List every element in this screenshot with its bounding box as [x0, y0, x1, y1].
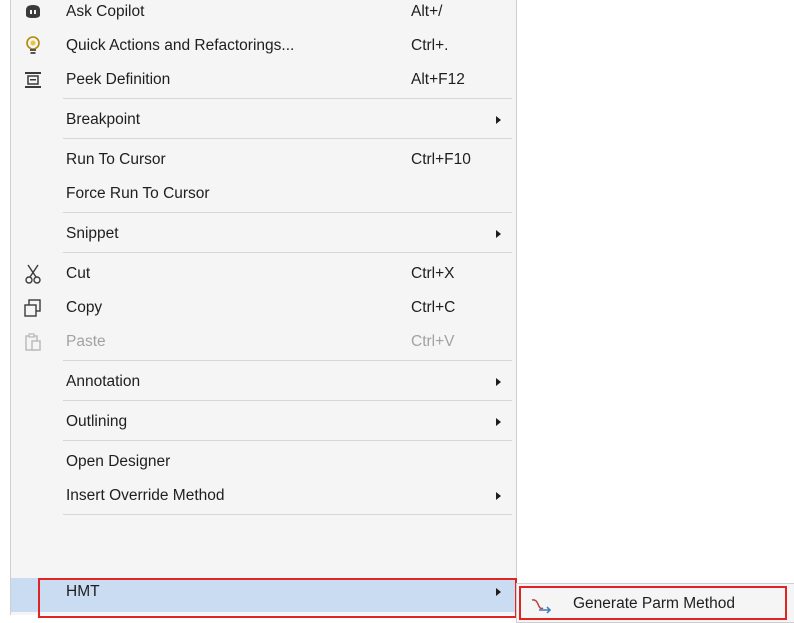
hmt-highlight-box [38, 578, 517, 618]
menu-item-label: Annotation [66, 373, 141, 390]
submenu-arrow-icon [496, 378, 501, 386]
menu-item-shortcut: Ctrl+V [411, 333, 455, 350]
menu-item-insert-override-method[interactable]: Insert Override Method [11, 479, 516, 513]
copy-icon [21, 296, 45, 320]
menu-item-label: Snippet [66, 225, 119, 242]
menu-item-label: Ask Copilot [66, 3, 145, 20]
menu-item-shortcut: Ctrl+F10 [411, 151, 471, 168]
lightbulb-icon [21, 34, 45, 58]
menu-item-label: Open Designer [66, 453, 171, 470]
menu-item-label: Breakpoint [66, 111, 141, 128]
menu-separator [63, 98, 512, 99]
menu-item-shortcut: Alt+F12 [411, 71, 465, 88]
submenu-item-generate-parm-method[interactable]: Generate Parm Method [519, 586, 787, 620]
menu-item-copy[interactable]: Copy Ctrl+C [11, 291, 516, 325]
menu-item-shortcut: Ctrl+. [411, 37, 449, 54]
menu-item-paste[interactable]: Paste Ctrl+V [11, 325, 516, 359]
menu-item-label: Outlining [66, 413, 128, 430]
menu-item-shortcut: Alt+/ [411, 3, 443, 20]
menu-separator [63, 212, 512, 213]
menu-item-label: Force Run To Cursor [66, 185, 210, 202]
peek-definition-icon [21, 68, 45, 92]
menu-item-shortcut: Ctrl+X [411, 265, 455, 282]
menu-separator [63, 440, 512, 441]
menu-item-peek-definition[interactable]: Peek Definition Alt+F12 [11, 63, 516, 97]
hmt-submenu: Generate Parm Method [516, 583, 794, 623]
menu-item-force-run-to-cursor[interactable]: Force Run To Cursor [11, 177, 516, 211]
menu-separator [63, 138, 512, 139]
menu-item-ask-copilot[interactable]: Ask Copilot Alt+/ [11, 0, 516, 29]
menu-item-run-to-cursor[interactable]: Run To Cursor Ctrl+F10 [11, 143, 516, 177]
menu-item-snippet[interactable]: Snippet [11, 217, 516, 251]
menu-item-label: Peek Definition [66, 71, 171, 88]
copilot-icon [21, 0, 45, 24]
method-icon [529, 593, 553, 617]
menu-item-quick-actions[interactable]: Quick Actions and Refactorings... Ctrl+. [11, 29, 516, 63]
submenu-arrow-icon [496, 116, 501, 124]
menu-item-cut[interactable]: Cut Ctrl+X [11, 257, 516, 291]
scissors-icon [21, 262, 45, 286]
menu-separator [63, 252, 512, 253]
menu-item-breakpoint[interactable]: Breakpoint [11, 103, 516, 137]
menu-item-open-designer[interactable]: Open Designer [11, 445, 516, 479]
paste-icon [21, 330, 45, 354]
menu-separator [63, 400, 512, 401]
submenu-item-label: Generate Parm Method [573, 595, 735, 612]
menu-item-shortcut: Ctrl+C [411, 299, 456, 316]
submenu-arrow-icon [496, 230, 501, 238]
menu-item-annotation[interactable]: Annotation [11, 365, 516, 399]
menu-item-label: Run To Cursor [66, 151, 166, 168]
menu-item-label: Copy [66, 299, 103, 316]
menu-separator [63, 514, 512, 515]
submenu-arrow-icon [496, 418, 501, 426]
menu-item-label: Insert Override Method [66, 487, 225, 504]
menu-item-outlining[interactable]: Outlining [11, 405, 516, 439]
menu-separator [63, 360, 512, 361]
menu-item-label: Paste [66, 333, 106, 350]
submenu-arrow-icon [496, 492, 501, 500]
menu-item-label: Cut [66, 265, 91, 282]
menu-item-label: Quick Actions and Refactorings... [66, 37, 295, 54]
context-menu: Ask Copilot Alt+/ Quick Actions and Refa… [10, 0, 517, 615]
